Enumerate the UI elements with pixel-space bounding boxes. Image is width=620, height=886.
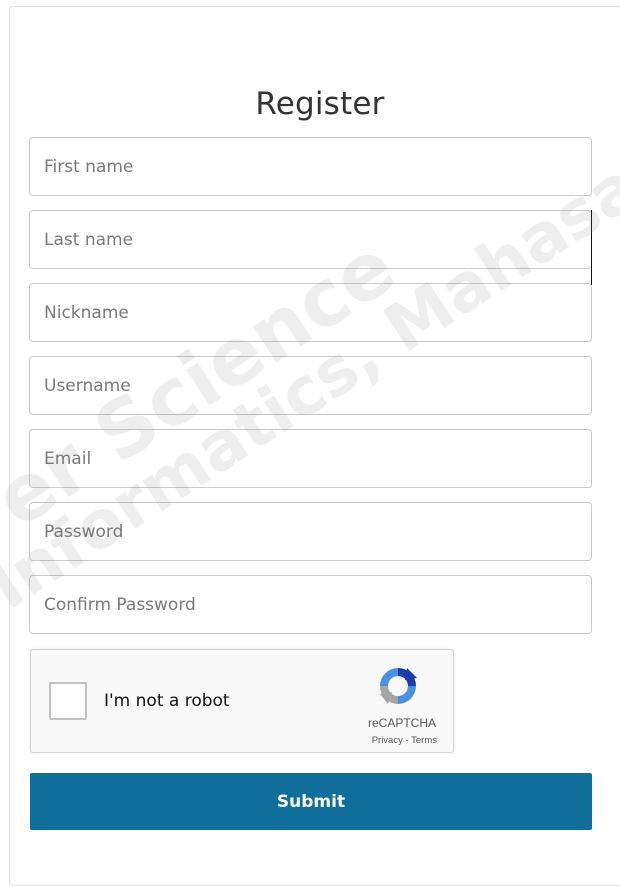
recaptcha-label: I'm not a robot — [104, 691, 230, 711]
password-input[interactable] — [29, 502, 592, 561]
recaptcha-logo-icon — [380, 668, 417, 704]
links-separator: - — [402, 735, 412, 746]
recaptcha-widget: I'm not a robot reCAPTCHA Privacy - Term… — [30, 649, 454, 753]
submit-button[interactable]: Submit — [30, 773, 592, 830]
page-title: Register — [255, 85, 385, 122]
confirm-password-input[interactable] — [29, 575, 592, 634]
first-name-input[interactable] — [29, 137, 592, 196]
last-name-input[interactable] — [29, 210, 592, 269]
email-input[interactable] — [29, 429, 592, 488]
terms-link[interactable]: Terms — [411, 735, 437, 746]
username-input[interactable] — [29, 356, 592, 415]
nickname-input[interactable] — [29, 283, 592, 342]
recaptcha-checkbox[interactable] — [49, 682, 87, 720]
recaptcha-links: Privacy - Terms — [372, 735, 437, 746]
privacy-link[interactable]: Privacy — [372, 735, 403, 746]
recaptcha-brand: reCAPTCHA — [367, 716, 436, 730]
text-cursor-line — [591, 210, 592, 285]
